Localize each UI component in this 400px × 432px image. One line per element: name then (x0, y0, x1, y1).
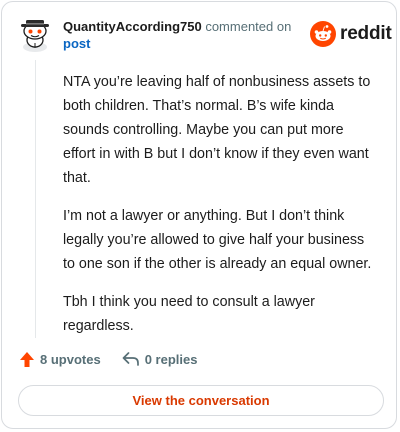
comment-card: QuantityAccording750 commented on post r… (1, 1, 397, 429)
comment-actions: 8 upvotes 0 replies (19, 348, 197, 370)
comment-body: NTA you’re leaving half of nonbusiness a… (63, 70, 375, 352)
post-link[interactable]: post (63, 36, 90, 51)
reddit-wordmark: reddit (340, 23, 392, 44)
commented-on-text: commented on (205, 19, 292, 34)
comment-paragraph: I’m not a lawyer or anything. But I don’… (63, 208, 372, 272)
reddit-logo[interactable]: reddit (310, 20, 392, 48)
comment-paragraph: NTA you’re leaving half of nonbusiness a… (63, 74, 371, 186)
reply-button[interactable]: 0 replies (122, 351, 198, 367)
thread-line (35, 60, 36, 338)
upvote-arrow-icon (20, 351, 34, 367)
reply-count: 0 replies (144, 351, 198, 367)
upvote-button[interactable]: 8 upvotes (19, 351, 101, 368)
user-avatar[interactable] (16, 12, 54, 52)
comment-header: QuantityAccording750 commented on post (63, 18, 303, 52)
comment-paragraph: Tbh I think you need to consult a lawyer… (63, 294, 315, 334)
upvote-count: 8 upvotes (40, 351, 101, 367)
reddit-snoo-icon (310, 21, 336, 47)
reply-arrow-icon (122, 352, 139, 366)
username-link[interactable]: QuantityAccording750 (63, 19, 202, 34)
view-conversation-button[interactable]: View the conversation (18, 385, 384, 416)
avatar-snoo-with-hat-icon (21, 20, 49, 52)
